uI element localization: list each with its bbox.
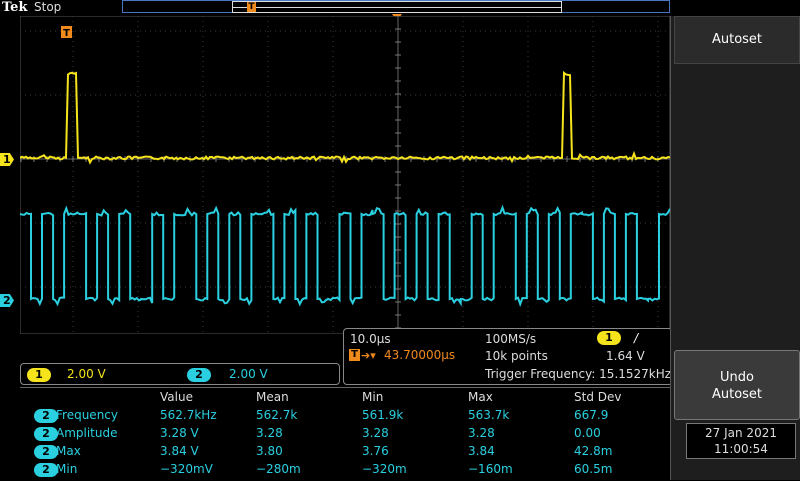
ch1-scale[interactable]: 2.00 V — [67, 367, 106, 381]
measurement-max: 3.84 — [468, 444, 495, 458]
measurement-min: 561.9k — [362, 408, 404, 422]
measurement-max: −160m — [468, 462, 513, 476]
undo-label-line2: Autoset — [711, 387, 763, 402]
col-header-value: Value — [160, 390, 193, 404]
measurement-name: Frequency — [56, 408, 118, 422]
measurement-min: 3.28 — [362, 426, 389, 440]
measurement-name: Amplitude — [56, 426, 118, 440]
measurement-mean: −280m — [256, 462, 301, 476]
measurement-stddev: 0.00 — [574, 426, 601, 440]
horizontal-position[interactable]: 43.70000µs — [384, 348, 455, 362]
table-row[interactable]: 2 Max 3.84 V 3.80 3.76 3.84 42.8m — [20, 443, 670, 461]
measurement-value: 3.84 V — [160, 444, 199, 458]
ch2-scale[interactable]: 2.00 V — [229, 367, 268, 381]
measurement-name: Max — [56, 444, 81, 458]
svg-text:T: T — [63, 28, 70, 39]
waveform-graticule[interactable]: T — [20, 16, 670, 334]
date-text: 27 Jan 2021 — [705, 426, 777, 440]
measurement-min: 3.76 — [362, 444, 389, 458]
trigger-frequency: Trigger Frequency: 15.1527kHz — [485, 367, 672, 381]
table-row[interactable]: 2 Min −320mV −280m −320m −160m 60.5m — [20, 461, 670, 479]
trigger-slope-icon: / — [634, 331, 639, 345]
measurement-table[interactable]: Value Mean Min Max Std Dev 2 Frequency 5… — [20, 387, 670, 481]
measurement-value: 562.7kHz — [160, 408, 217, 422]
ch2-badge[interactable]: 2 — [187, 368, 211, 382]
ch2-ground-marker[interactable]: 2 — [0, 294, 14, 307]
record-trigger-marker-icon: T — [247, 2, 256, 12]
col-header-min: Min — [362, 390, 384, 404]
trigger-level[interactable]: 1.64 V — [606, 349, 645, 363]
trigger-t-icon: T — [61, 26, 72, 39]
measurement-name: Min — [56, 462, 78, 476]
ch1-badge[interactable]: 1 — [27, 368, 51, 382]
measurement-stddev: 667.9 — [574, 408, 609, 422]
table-row[interactable]: 2 Frequency 562.7kHz 562.7k 561.9k 563.7… — [20, 407, 670, 425]
run-state[interactable]: Stop — [34, 0, 61, 14]
measurement-max: 563.7k — [468, 408, 510, 422]
col-header-mean: Mean — [256, 390, 289, 404]
measurement-mean: 562.7k — [256, 408, 298, 422]
col-header-max: Max — [468, 390, 493, 404]
brand-logo: Tek — [2, 0, 28, 15]
measurement-stddev: 60.5m — [574, 462, 613, 476]
undo-label-line1: Undo — [720, 370, 754, 385]
trigger-source-badge[interactable]: 1 — [597, 331, 621, 345]
measurement-mean: 3.28 — [256, 426, 283, 440]
trigger-arrow-icon: ➔▾ — [361, 349, 376, 362]
measurement-max: 3.28 — [468, 426, 495, 440]
channel-scale-bar: 1 2.00 V 2 2.00 V — [20, 363, 340, 385]
date-time-display[interactable]: 27 Jan 2021 11:00:54 — [686, 423, 796, 459]
measurement-channel-badge: 2 — [34, 463, 58, 477]
autoset-button[interactable]: Autoset — [674, 16, 800, 64]
sample-rate: 100MS/s — [485, 332, 537, 346]
trigger-position-icon-label: T — [349, 349, 360, 361]
horizontal-trigger-readout[interactable]: 10.0µs T ➔▾ 43.70000µs 100MS/s 10k point… — [343, 328, 673, 385]
measurement-value: −320mV — [160, 462, 213, 476]
ch1-ground-marker[interactable]: 1 — [0, 153, 14, 166]
measurement-min: −320m — [362, 462, 407, 476]
col-header-stddev: Std Dev — [574, 390, 622, 404]
measurement-value: 3.28 V — [160, 426, 199, 440]
measurement-channel-badge: 2 — [34, 409, 58, 423]
measurement-stddev: 42.8m — [574, 444, 613, 458]
measurement-channel-badge: 2 — [34, 427, 58, 441]
record-length: 10k points — [485, 349, 548, 363]
time-text: 11:00:54 — [714, 442, 768, 456]
measurement-channel-badge: 2 — [34, 445, 58, 459]
table-row[interactable]: 2 Amplitude 3.28 V 3.28 3.28 3.28 0.00 — [20, 425, 670, 443]
record-view-window[interactable] — [232, 1, 562, 13]
measurement-mean: 3.80 — [256, 444, 283, 458]
time-per-div[interactable]: 10.0µs — [350, 332, 391, 346]
undo-autoset-button[interactable]: Undo Autoset — [674, 350, 800, 420]
